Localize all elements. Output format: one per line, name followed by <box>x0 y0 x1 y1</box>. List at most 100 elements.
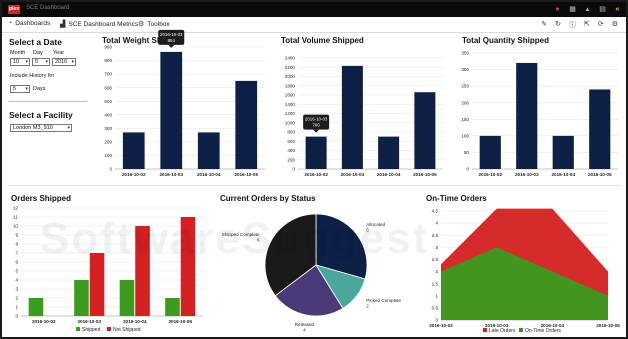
y-tick-label: 900 <box>104 45 112 50</box>
legend-label: Shipped <box>82 327 101 333</box>
y-tick-label: 4 <box>435 221 438 226</box>
bar[interactable] <box>414 92 436 169</box>
legend-label: Late Orders <box>489 328 516 334</box>
pie-label: Picked Complete <box>366 298 401 303</box>
dashboard-window: plex SCE Dashboard ● ▦ ▴ ▤ « ◔ Dashboard… <box>0 0 628 339</box>
y-tick-label: 2000 <box>285 74 296 79</box>
y-tick-label: 7 <box>15 251 18 256</box>
y-tick-label: 800 <box>104 58 112 63</box>
y-tick-label: 50 <box>464 150 470 155</box>
y-tick-label: 1000 <box>285 120 296 125</box>
bar[interactable] <box>516 62 538 169</box>
watermark: SoftwareSuggest <box>40 214 430 263</box>
y-tick-label: 4 <box>15 278 18 283</box>
y-tick-label: 8 <box>15 242 18 247</box>
y-tick-label: 0 <box>466 167 469 172</box>
y-tick-label: 6 <box>15 260 18 265</box>
x-tick-label: 2016-10-05 <box>588 172 612 177</box>
y-tick-label: 3 <box>435 245 438 250</box>
legend-label: Not Shipped <box>113 327 141 333</box>
y-tick-label: 11 <box>13 215 18 220</box>
y-tick-label: 2.5 <box>432 257 439 262</box>
y-tick-label: 300 <box>461 67 469 72</box>
y-tick-label: 350 <box>461 51 469 56</box>
bar[interactable] <box>305 136 327 169</box>
x-tick-label: 2016-10-02 <box>32 319 56 324</box>
x-tick-label: 2016-10-04 <box>123 319 147 324</box>
bar[interactable] <box>552 135 574 169</box>
y-tick-label: 0 <box>15 314 18 319</box>
y-tick-label: 150 <box>461 117 469 122</box>
y-tick-label: 200 <box>287 157 295 162</box>
x-tick-label: 2016-10-03 <box>515 172 539 177</box>
y-tick-label: 250 <box>461 84 469 89</box>
y-tick-label: 3 <box>15 287 18 292</box>
y-tick-label: 100 <box>461 133 469 138</box>
y-tick-label: 4.5 <box>432 209 439 214</box>
tooltip-value: 864 <box>168 38 176 43</box>
y-tick-label: 1200 <box>285 111 296 116</box>
y-tick-label: 0 <box>109 167 112 172</box>
y-tick-label: 5 <box>15 269 18 274</box>
y-tick-label: 500 <box>104 99 112 104</box>
bar[interactable] <box>122 132 145 169</box>
x-tick-label: 2016-10-02 <box>304 172 328 177</box>
y-tick-label: 1400 <box>285 102 296 107</box>
tooltip-date: 2016-10-03 <box>305 117 328 122</box>
bar[interactable] <box>235 80 258 169</box>
y-tick-label: 1800 <box>285 83 296 88</box>
x-tick-label: 2016-10-02 <box>429 323 453 328</box>
y-tick-label: 200 <box>461 100 469 105</box>
y-tick-label: 2 <box>435 269 438 274</box>
y-tick-label: 100 <box>104 153 112 158</box>
pie-label: Released <box>295 322 315 327</box>
bar-shipped[interactable] <box>28 298 44 316</box>
bar-shipped[interactable] <box>165 298 180 316</box>
y-tick-label: 9 <box>15 233 18 238</box>
legend-swatch <box>76 327 80 331</box>
x-tick-label: 2016-10-03 <box>78 319 102 324</box>
y-tick-label: 10 <box>13 224 19 229</box>
x-tick-label: 2016-10-03 <box>160 172 184 177</box>
legend-swatch <box>519 328 523 332</box>
tooltip-pointer <box>168 44 175 48</box>
y-tick-label: 600 <box>287 139 295 144</box>
x-tick-label: 2016-10-02 <box>122 172 146 177</box>
y-tick-label: 0 <box>435 318 438 323</box>
y-tick-label: 0 <box>292 167 295 172</box>
bar-shipped[interactable] <box>119 280 135 316</box>
x-tick-label: 2016-10-04 <box>552 172 576 177</box>
y-tick-label: 400 <box>104 112 112 117</box>
x-tick-label: 2016-10-05 <box>596 323 620 328</box>
y-tick-label: 700 <box>104 72 112 77</box>
x-tick-label: 2016-10-05 <box>235 172 259 177</box>
bar[interactable] <box>197 132 220 169</box>
tooltip-date: 2016-10-03 <box>160 32 183 37</box>
pie-value: 4 <box>303 327 306 332</box>
legend-swatch <box>483 328 487 332</box>
bar[interactable] <box>589 89 611 169</box>
y-tick-label: 1 <box>435 293 438 298</box>
y-tick-label: 2400 <box>285 56 296 61</box>
x-tick-label: 2016-10-03 <box>341 172 365 177</box>
y-tick-label: 2 <box>15 296 18 301</box>
pie-value: 2 <box>366 303 369 308</box>
legend-swatch <box>107 327 111 331</box>
y-tick-label: 300 <box>104 126 112 131</box>
x-tick-label: 2016-10-04 <box>377 172 401 177</box>
bar[interactable] <box>378 136 400 169</box>
x-tick-label: 2016-10-04 <box>197 172 221 177</box>
y-tick-label: 200 <box>104 139 112 144</box>
y-tick-label: 400 <box>287 148 295 153</box>
bar[interactable] <box>160 51 183 169</box>
x-tick-label: 2016-10-05 <box>413 172 437 177</box>
y-tick-label: 1600 <box>285 93 296 98</box>
bar[interactable] <box>341 65 363 169</box>
bar-shipped[interactable] <box>74 280 89 316</box>
y-tick-label: 12 <box>13 206 19 211</box>
legend-label: On-Time Orders <box>525 328 561 334</box>
y-tick-label: 2200 <box>285 65 296 70</box>
y-tick-label: 600 <box>104 85 112 90</box>
bar[interactable] <box>479 135 501 169</box>
x-tick-label: 2016-10-02 <box>479 172 503 177</box>
